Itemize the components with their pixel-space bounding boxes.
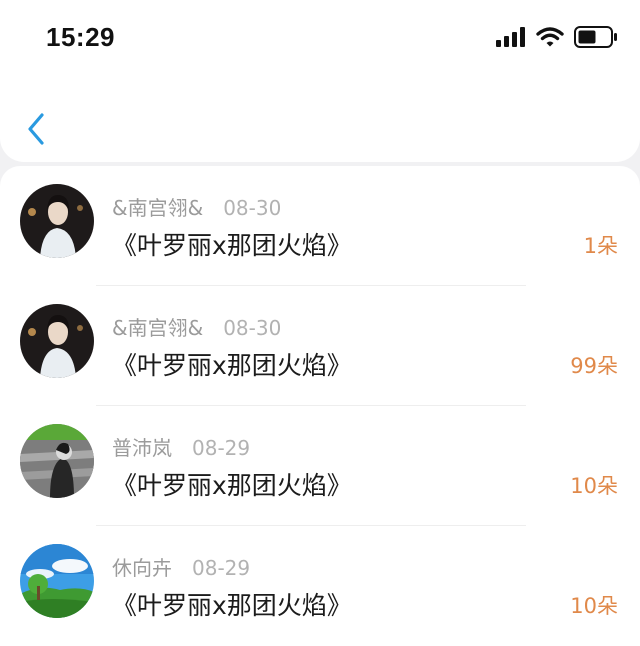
record-date: 08-29 [192, 556, 251, 580]
work-title: 《叶罗丽x那团火焰》 [112, 471, 352, 500]
status-icons [496, 26, 618, 48]
record-date: 08-29 [192, 436, 251, 460]
record-meta: &南宫翎& 08-30 [112, 192, 281, 221]
avatar [20, 184, 94, 258]
record-date: 08-30 [223, 316, 282, 340]
username: 休向卉 [112, 556, 172, 580]
gift-amount: 1朵 [583, 234, 618, 258]
gift-amount: 10朵 [570, 594, 618, 618]
username: 普沛岚 [112, 436, 172, 460]
work-title: 《叶罗丽x那团火焰》 [112, 231, 352, 260]
status-bar: 15:29 [0, 0, 640, 70]
record-meta: &南宫翎& 08-30 [112, 312, 281, 341]
signal-icon [496, 27, 525, 47]
battery-icon [574, 26, 617, 48]
work-title: 《叶罗丽x那团火焰》 [112, 591, 352, 620]
gift-amount: 99朵 [570, 354, 618, 378]
record-meta: 休向卉 08-29 [112, 552, 250, 581]
record-meta: 普沛岚 08-29 [112, 432, 250, 461]
gift-record-list: &南宫翎& 08-30 《叶罗丽x那团火焰》 1朵 &南宫翎& 08-30 《叶罗丽… [0, 166, 640, 646]
record-date: 08-30 [223, 196, 282, 220]
chevron-left-icon [28, 113, 44, 145]
list-item[interactable]: 普沛岚 08-29 《叶罗丽x那团火焰》 10朵 [0, 406, 640, 526]
list-item[interactable]: &南宫翎& 08-30 《叶罗丽x那团火焰》 1朵 [0, 166, 640, 286]
username: &南宫翎& [112, 316, 204, 340]
status-time: 15:29 [46, 22, 115, 52]
username: &南宫翎& [112, 196, 204, 220]
top-header: 15:29 [0, 0, 640, 162]
wifi-icon [536, 27, 564, 47]
avatar [20, 424, 94, 498]
list-item[interactable]: &南宫翎& 08-30 《叶罗丽x那团火焰》 99朵 [0, 286, 640, 406]
work-title: 《叶罗丽x那团火焰》 [112, 351, 352, 380]
gift-amount: 10朵 [570, 474, 618, 498]
avatar [20, 544, 94, 618]
avatar [20, 304, 94, 378]
list-item[interactable]: 休向卉 08-29 《叶罗丽x那团火焰》 10朵 [0, 526, 640, 646]
back-button[interactable] [20, 108, 52, 150]
